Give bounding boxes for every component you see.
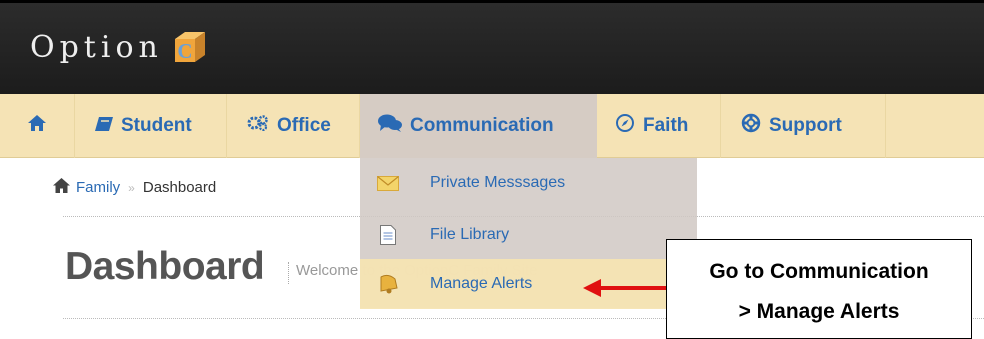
home-icon <box>28 115 46 137</box>
bell-icon <box>377 274 399 294</box>
callout-line-2: > Manage Alerts <box>738 300 900 323</box>
menu-item-label: File Library <box>430 226 510 243</box>
lifebuoy-icon <box>741 113 761 139</box>
nav-communication-label: Communication <box>410 115 554 136</box>
nav-home[interactable] <box>0 94 75 158</box>
nav-office[interactable]: Office <box>227 94 360 158</box>
logo-cube-icon: C <box>171 29 207 65</box>
svg-text:C: C <box>177 39 192 63</box>
nav-office-label: Office <box>277 115 331 136</box>
breadcrumb: Family » Dashboard <box>53 178 216 197</box>
site-logo[interactable]: Option C <box>30 29 207 65</box>
document-icon <box>377 225 399 245</box>
home-outline-icon <box>53 178 70 197</box>
title-separator <box>288 262 289 284</box>
menu-item-label: Private Messsages <box>430 174 566 191</box>
compass-icon <box>615 113 635 139</box>
menu-item-private-messages[interactable]: Private Messsages <box>360 158 697 208</box>
nav-support[interactable]: Support <box>721 94 886 158</box>
nav-student-label: Student <box>121 115 192 136</box>
callout-arrow-icon <box>583 279 669 297</box>
nav-support-label: Support <box>769 115 842 136</box>
breadcrumb-family-link[interactable]: Family <box>76 179 120 196</box>
nav-student[interactable]: Student <box>75 94 227 158</box>
breadcrumb-separator: » <box>128 180 135 195</box>
top-header: Option C <box>0 0 984 94</box>
nav-faith[interactable]: Faith <box>597 94 721 158</box>
instruction-callout: Go to Communication > Manage Alerts <box>666 239 972 339</box>
logo-text: Option <box>30 29 163 65</box>
page-title: Dashboard <box>65 245 265 288</box>
book-icon <box>95 115 113 137</box>
callout-line-1: Go to Communication <box>709 260 929 283</box>
nav-faith-label: Faith <box>643 115 689 136</box>
envelope-icon <box>377 173 399 193</box>
breadcrumb-current: Dashboard <box>142 179 217 196</box>
chat-icon <box>378 114 402 138</box>
gears-icon <box>247 115 269 137</box>
menu-item-label: Manage Alerts <box>430 275 533 292</box>
menu-item-file-library[interactable]: File Library <box>360 210 697 260</box>
main-nav: Student Office Communication Faith Suppo… <box>0 94 984 158</box>
nav-communication[interactable]: Communication <box>360 94 597 158</box>
